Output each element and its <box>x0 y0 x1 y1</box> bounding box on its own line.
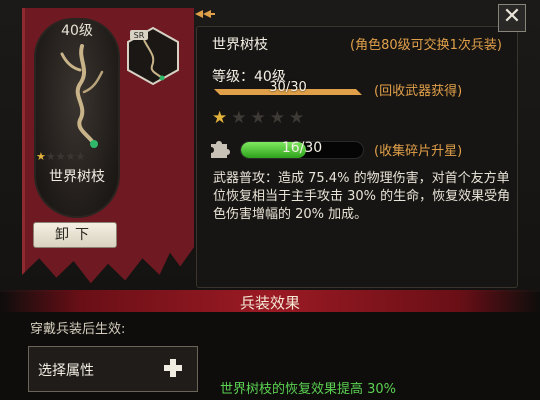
sr-item-slot[interactable]: SR <box>126 26 180 86</box>
shard-progress-text: 16/30 <box>281 140 323 156</box>
star-rating: ★★★★★ <box>212 108 308 128</box>
item-name: 世界树枝 <box>212 37 268 53</box>
level-progress-text: 30/30 <box>269 80 307 95</box>
star-icon: ★ <box>36 150 46 163</box>
star-up-note: (收集碎片升星) <box>374 144 463 159</box>
unequip-button[interactable]: 卸下 <box>33 222 117 248</box>
effect-caption: 穿戴兵装后生效: <box>30 322 126 337</box>
arrow-ornament-icon <box>195 10 215 18</box>
star-icon: ★ <box>55 150 66 163</box>
banner-star-rating: ★★★★★ <box>36 150 85 163</box>
banner-level: 40级 <box>61 23 93 39</box>
star-icon: ★ <box>65 150 76 163</box>
puzzle-piece-icon <box>211 141 230 158</box>
recycle-note: (回收武器获得) <box>374 84 463 99</box>
close-button[interactable]: ✕ <box>498 4 526 32</box>
select-attribute-label: 选择属性 <box>38 363 94 379</box>
rarity-badge: SR <box>134 31 145 40</box>
weapon-description: 武器普攻：造成 75.4% 的物理伤害，对首个友方单位恢复相当于主手攻击 30%… <box>213 171 511 222</box>
star-icon: ★ <box>269 108 289 128</box>
bonus-effect-text: 世界树枝的恢复效果提高 30% <box>220 382 397 397</box>
exchange-note: (角色80级可交换1次兵装) <box>350 38 502 53</box>
banner-item-name: 世界树枝 <box>49 169 105 185</box>
section-title: 兵装效果 <box>239 294 300 312</box>
branch-icon <box>60 44 104 148</box>
star-icon: ★ <box>250 108 270 128</box>
star-icon: ★ <box>212 108 232 128</box>
star-icon: ★ <box>231 108 251 128</box>
star-icon: ★ <box>289 108 309 128</box>
star-icon: ★ <box>45 150 56 163</box>
star-icon: ★ <box>75 150 86 163</box>
plus-icon[interactable] <box>163 358 183 378</box>
